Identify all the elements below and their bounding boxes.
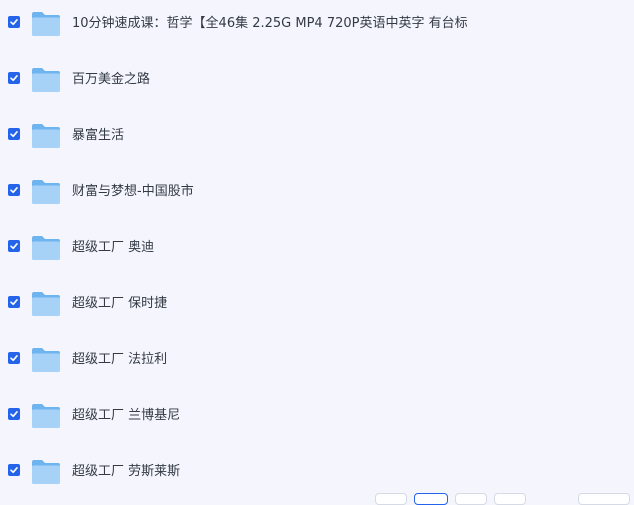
- checkbox-checked[interactable]: [8, 128, 20, 140]
- file-name[interactable]: 超级工厂 兰博基尼: [72, 408, 180, 424]
- file-row[interactable]: 百万美金之路: [0, 52, 634, 108]
- folder-icon: [32, 460, 60, 484]
- check-icon: [10, 187, 18, 194]
- folder-icon: [32, 404, 60, 428]
- check-icon: [10, 75, 18, 82]
- check-icon: [10, 299, 18, 306]
- folder-icon: [32, 236, 60, 260]
- file-row[interactable]: 超级工厂 法拉利: [0, 332, 634, 388]
- checkbox-checked[interactable]: [8, 184, 20, 196]
- check-icon: [10, 355, 18, 362]
- pagination-page-button[interactable]: [414, 493, 448, 505]
- file-row[interactable]: 暴富生活: [0, 108, 634, 164]
- file-name[interactable]: 财富与梦想-中国股市: [72, 184, 194, 200]
- folder-icon: [32, 12, 60, 36]
- file-name[interactable]: 10分钟速成课：哲学【全46集 2.25G MP4 720P英语中英字 有台标: [72, 16, 468, 32]
- pagination-page-button[interactable]: [455, 493, 487, 505]
- checkbox-checked[interactable]: [8, 464, 20, 476]
- folder-icon: [32, 68, 60, 92]
- check-icon: [10, 467, 18, 474]
- folder-icon: [32, 292, 60, 316]
- file-name[interactable]: 超级工厂 保时捷: [72, 296, 167, 312]
- folder-icon: [32, 348, 60, 372]
- file-row[interactable]: 超级工厂 奥迪: [0, 220, 634, 276]
- folder-icon: [32, 180, 60, 204]
- pagination-jump-input[interactable]: [578, 493, 630, 505]
- file-row[interactable]: 10分钟速成课：哲学【全46集 2.25G MP4 720P英语中英字 有台标: [0, 0, 634, 52]
- check-icon: [10, 19, 18, 26]
- file-row[interactable]: 超级工厂 保时捷: [0, 276, 634, 332]
- file-row[interactable]: 财富与梦想-中国股市: [0, 164, 634, 220]
- file-name[interactable]: 超级工厂 劳斯莱斯: [72, 464, 180, 480]
- file-name[interactable]: 超级工厂 奥迪: [72, 240, 154, 256]
- check-icon: [10, 411, 18, 418]
- file-row[interactable]: 超级工厂 兰博基尼: [0, 388, 634, 444]
- file-name[interactable]: 暴富生活: [72, 128, 124, 144]
- checkbox-checked[interactable]: [8, 296, 20, 308]
- pagination-prev-button[interactable]: [375, 493, 407, 505]
- folder-icon: [32, 124, 60, 148]
- checkbox-checked[interactable]: [8, 408, 20, 420]
- check-icon: [10, 131, 18, 138]
- file-row[interactable]: 超级工厂 劳斯莱斯: [0, 444, 634, 500]
- checkbox-checked[interactable]: [8, 352, 20, 364]
- pagination-next-button[interactable]: [494, 493, 526, 505]
- checkbox-checked[interactable]: [8, 16, 20, 28]
- check-icon: [10, 243, 18, 250]
- file-name[interactable]: 百万美金之路: [72, 72, 150, 88]
- checkbox-checked[interactable]: [8, 72, 20, 84]
- checkbox-checked[interactable]: [8, 240, 20, 252]
- file-name[interactable]: 超级工厂 法拉利: [72, 352, 167, 368]
